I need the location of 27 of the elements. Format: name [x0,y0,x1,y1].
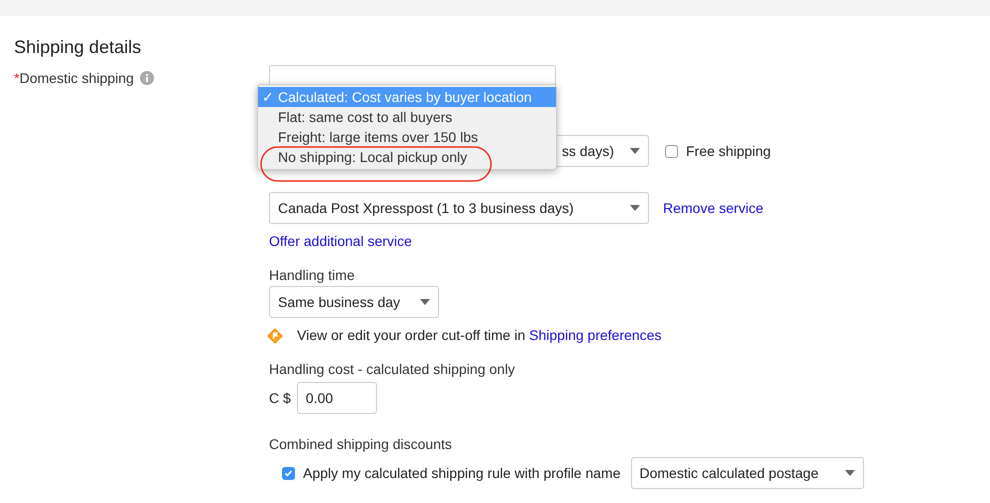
offer-service-link[interactable]: Offer additional service [269,231,412,251]
dropdown-select[interactable]: Canada Post Xpresspost (1 to 3 business days) [269,192,649,224]
field-label: Combined shipping discounts [269,435,453,454]
currency-label: C $ [269,388,291,408]
section-title: Shipping details [14,36,142,59]
checkbox[interactable] [665,144,678,158]
dropdown-select[interactable]: Same business day [269,286,439,318]
field-label: Handling time [269,266,356,285]
dropdown-select[interactable]: Domestic calculated postage [630,457,864,489]
info-icon[interactable] [140,71,154,85]
caret-icon [630,148,640,154]
field-label: *Domestic shipping [14,70,134,86]
caret-icon [630,205,640,211]
caret-icon [420,299,430,305]
checkmark-icon [284,468,293,478]
caret-icon [844,470,854,476]
checkbox[interactable] [282,466,295,480]
menu-item[interactable]: Freight: large items over 150 lbs [258,127,556,147]
note-text: View or edit your order cut-off time in Shipping preferences [297,326,662,345]
menu-item[interactable]: Flat: same cost to all buyers [258,107,556,127]
checkbox-label: Free shipping [686,142,771,161]
field-label: Handling cost - calculated shipping only [269,360,516,379]
menu-item[interactable]: No shipping: Local pickup only [258,147,556,167]
remove-service-link[interactable]: Remove service [663,198,764,218]
checkbox-label: Apply my calculated shipping rule with profile name [303,464,620,483]
shipping-preferences-link[interactable]: Shipping preferences [529,327,662,343]
input-field[interactable]: 0.00 [296,382,377,414]
